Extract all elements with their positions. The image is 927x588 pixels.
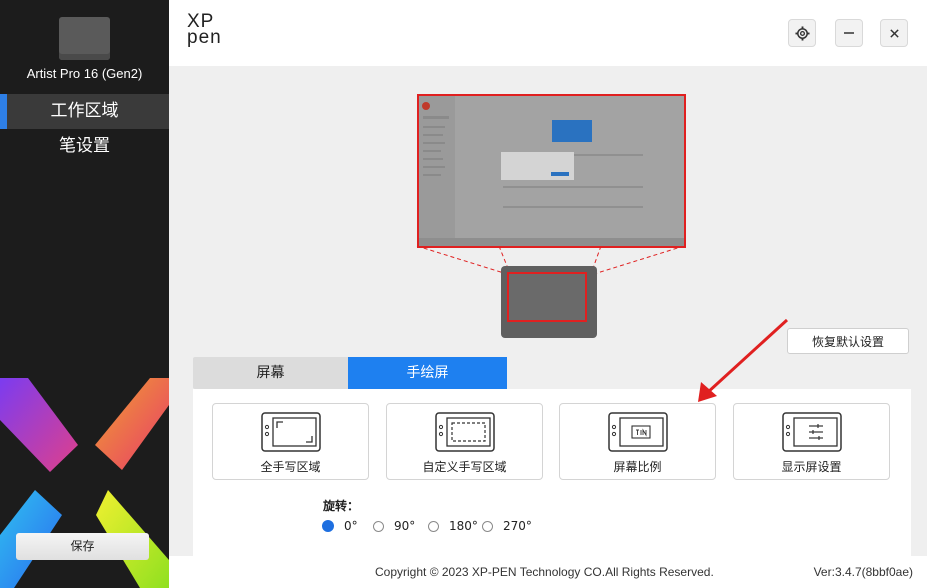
device-name: Artist Pro 16 (Gen2) bbox=[26, 66, 143, 81]
rotation-0-radio[interactable]: 0° bbox=[322, 519, 358, 533]
radio-dot-icon bbox=[482, 520, 493, 532]
card-label: 屏幕比例 bbox=[613, 460, 662, 474]
tab-bar: 屏幕 手绘屏 bbox=[193, 357, 507, 389]
tablet-illustration bbox=[501, 266, 597, 338]
gear-icon bbox=[794, 25, 810, 41]
copyright-text: Copyright © 2023 XP-PEN Technology CO.Al… bbox=[375, 565, 714, 579]
device-thumbnail bbox=[59, 17, 110, 60]
tablet-active-area bbox=[507, 272, 587, 322]
rotation-label: 旋转： bbox=[323, 499, 360, 513]
version-text: Ver:3.4.7(8bbf0ae) bbox=[813, 565, 913, 579]
radio-dot-icon bbox=[373, 520, 384, 532]
mapping-options-panel: 全手写区域 自定义手写区域 屏幕比例 显示屏设置 旋转： 0° 90° 180°… bbox=[193, 389, 911, 556]
screen-preview-image bbox=[419, 96, 684, 246]
card-label: 显示屏设置 bbox=[781, 460, 842, 474]
rotation-270-radio[interactable]: 270° bbox=[482, 519, 532, 533]
card-screen-ratio[interactable]: 屏幕比例 bbox=[559, 403, 716, 480]
screen-preview bbox=[417, 94, 686, 248]
minimize-button[interactable] bbox=[835, 19, 863, 47]
footer: Copyright © 2023 XP-PEN Technology CO.Al… bbox=[169, 556, 927, 588]
card-display-settings[interactable]: 显示屏设置 bbox=[733, 403, 890, 480]
custom-area-icon bbox=[434, 412, 495, 452]
main-content: 恢复默认设置 屏幕 手绘屏 全手写区域 自定义手写区域 屏幕比例 显示屏设置 旋… bbox=[169, 66, 927, 556]
save-button[interactable]: 保存 bbox=[16, 533, 149, 560]
nav-item-pen-settings[interactable]: 笔设置 bbox=[0, 129, 169, 164]
close-button[interactable] bbox=[880, 19, 908, 47]
display-settings-icon bbox=[781, 412, 842, 452]
radio-dot-icon bbox=[428, 520, 439, 532]
card-custom-area[interactable]: 自定义手写区域 bbox=[386, 403, 543, 480]
card-label: 全手写区域 bbox=[260, 460, 321, 474]
screen-ratio-icon bbox=[607, 412, 668, 452]
radio-dot-icon bbox=[322, 520, 334, 532]
brand-decoration bbox=[0, 378, 169, 588]
sidebar: Artist Pro 16 (Gen2) 工作区域 笔设置 保存 bbox=[0, 0, 169, 588]
card-full-area[interactable]: 全手写区域 bbox=[212, 403, 369, 480]
rotation-180-radio[interactable]: 180° bbox=[428, 519, 478, 533]
xppen-logo: XP pen bbox=[187, 11, 222, 48]
minimize-icon bbox=[844, 32, 854, 34]
full-area-icon bbox=[260, 412, 321, 452]
header: XP pen bbox=[169, 0, 927, 66]
tab-pen-display[interactable]: 手绘屏 bbox=[348, 357, 507, 389]
nav-item-work-area[interactable]: 工作区域 bbox=[0, 94, 169, 129]
close-icon bbox=[889, 28, 899, 38]
tab-screen[interactable]: 屏幕 bbox=[193, 357, 348, 389]
card-label: 自定义手写区域 bbox=[422, 460, 507, 474]
reset-defaults-button[interactable]: 恢复默认设置 bbox=[787, 328, 909, 354]
settings-button[interactable] bbox=[788, 19, 816, 47]
rotation-90-radio[interactable]: 90° bbox=[373, 519, 415, 533]
